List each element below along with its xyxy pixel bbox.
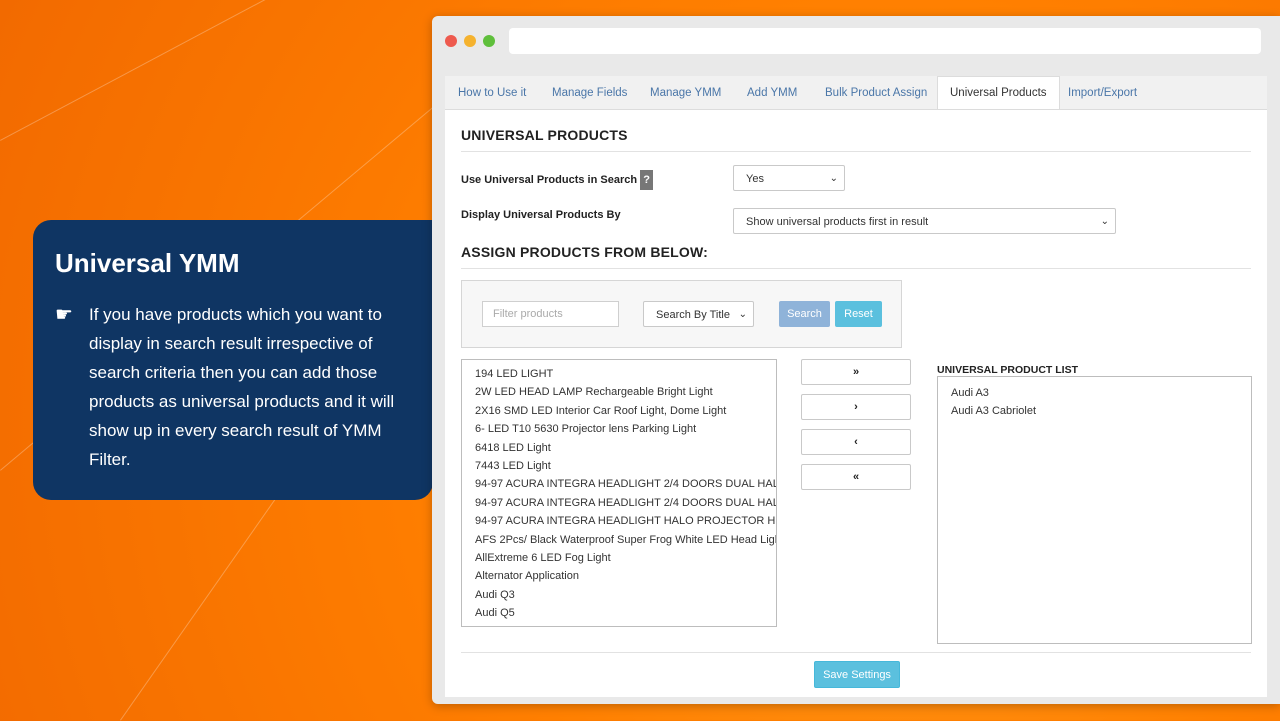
list-item[interactable]: Audi Q5: [475, 604, 776, 622]
list-item[interactable]: 94-97 ACURA INTEGRA HEADLIGHT HALO PROJE…: [475, 512, 776, 530]
universal-products-list[interactable]: Audi A3 Audi A3 Cabriolet: [937, 376, 1252, 644]
tab-universal-products[interactable]: Universal Products: [937, 76, 1060, 109]
universal-list-title: UNIVERSAL PRODUCT LIST: [937, 364, 1078, 376]
tab-add-ymm[interactable]: Add YMM: [747, 84, 797, 102]
list-item[interactable]: 7443 LED Light: [475, 457, 776, 475]
chevron-down-icon: ⌄: [1100, 216, 1109, 227]
tab-import-export[interactable]: Import/Export: [1068, 84, 1137, 102]
list-item[interactable]: 6- LED T10 5630 Projector lens Parking L…: [475, 420, 776, 438]
minimize-dot-icon[interactable]: [464, 35, 476, 47]
display-universal-select[interactable]: Show universal products first in result …: [733, 208, 1116, 234]
divider: [461, 151, 1251, 152]
save-settings-button[interactable]: Save Settings: [814, 661, 900, 688]
pointing-hand-icon: ☛: [55, 304, 73, 326]
tab-how-to-use[interactable]: How to Use it: [458, 84, 526, 102]
divider: [461, 268, 1251, 269]
move-left-button[interactable]: ‹: [801, 429, 911, 455]
maximize-dot-icon[interactable]: [483, 35, 495, 47]
search-by-select[interactable]: Search By Title ⌄: [643, 301, 754, 327]
move-all-left-button[interactable]: «: [801, 464, 911, 490]
browser-window: How to Use it Manage Fields Manage YMM A…: [432, 16, 1280, 704]
list-item[interactable]: AllExtreme 6 LED Fog Light: [475, 549, 776, 567]
divider: [461, 652, 1251, 653]
window-controls: [445, 35, 495, 47]
list-item[interactable]: 2W LED HEAD LAMP Rechargeable Bright Lig…: [475, 383, 776, 401]
app-content: How to Use it Manage Fields Manage YMM A…: [445, 76, 1267, 697]
filter-products-input[interactable]: Filter products: [482, 301, 619, 327]
display-universal-label: Display Universal Products By: [461, 209, 621, 221]
chevron-down-icon: ⌄: [738, 309, 747, 320]
move-right-button[interactable]: ›: [801, 394, 911, 420]
tab-manage-fields[interactable]: Manage Fields: [552, 84, 627, 102]
list-item[interactable]: Audi A3: [951, 384, 1251, 402]
search-by-value: Search By Title: [656, 309, 730, 321]
use-universal-label: Use Universal Products in Search?: [461, 170, 654, 190]
use-universal-label-text: Use Universal Products in Search: [461, 173, 638, 186]
use-universal-value: Yes: [746, 173, 764, 185]
list-item[interactable]: 194 LED LIGHT: [475, 365, 776, 383]
background-line: [0, 0, 460, 141]
list-item[interactable]: Alternator Application: [475, 567, 776, 585]
tab-manage-ymm[interactable]: Manage YMM: [650, 84, 721, 102]
callout-text: If you have products which you want to d…: [89, 305, 395, 469]
list-item[interactable]: 2X16 SMD LED Interior Car Roof Light, Do…: [475, 402, 776, 420]
help-icon[interactable]: ?: [640, 170, 654, 190]
address-bar[interactable]: [509, 28, 1261, 54]
list-item[interactable]: Audi A3 Cabriolet: [951, 402, 1251, 420]
list-item[interactable]: 94-97 ACURA INTEGRA HEADLIGHT 2/4 DOORS …: [475, 494, 776, 512]
reset-button[interactable]: Reset: [835, 301, 882, 327]
assign-products-title: ASSIGN PRODUCTS FROM BELOW:: [461, 244, 709, 260]
tab-bar: How to Use it Manage Fields Manage YMM A…: [445, 76, 1267, 110]
close-dot-icon[interactable]: [445, 35, 457, 47]
search-button[interactable]: Search: [779, 301, 830, 327]
list-item[interactable]: 6418 LED Light: [475, 439, 776, 457]
filter-box: Filter products Search By Title ⌄ Search…: [461, 280, 902, 348]
callout-panel: Universal YMM ☛ If you have products whi…: [33, 220, 433, 500]
universal-products-panel: UNIVERSAL PRODUCTS Use Universal Product…: [445, 109, 1267, 697]
tab-bulk-product-assign[interactable]: Bulk Product Assign: [825, 84, 927, 102]
use-universal-select[interactable]: Yes ⌄: [733, 165, 845, 191]
display-universal-value: Show universal products first in result: [746, 216, 929, 228]
move-all-right-button[interactable]: »: [801, 359, 911, 385]
list-item[interactable]: 94-97 ACURA INTEGRA HEADLIGHT 2/4 DOORS …: [475, 475, 776, 493]
list-item[interactable]: AFS 2Pcs/ Black Waterproof Super Frog Wh…: [475, 531, 776, 549]
universal-products-title: UNIVERSAL PRODUCTS: [461, 127, 628, 143]
available-products-list[interactable]: 194 LED LIGHT 2W LED HEAD LAMP Rechargea…: [461, 359, 777, 627]
chevron-down-icon: ⌄: [829, 173, 838, 184]
list-item[interactable]: Audi Q3: [475, 586, 776, 604]
callout-title: Universal YMM: [55, 248, 240, 278]
